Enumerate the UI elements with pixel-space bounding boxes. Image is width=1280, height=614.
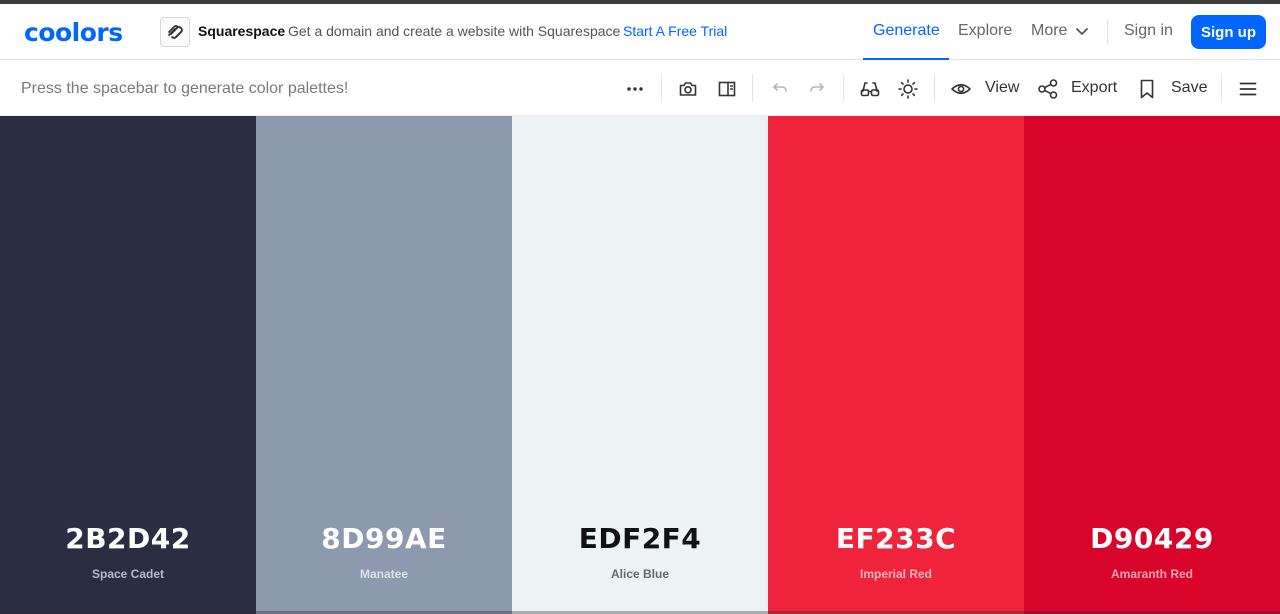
color-swatch[interactable]: 2B2D42 Space Cadet (0, 116, 256, 614)
export-button[interactable]: Export (1071, 79, 1117, 97)
swatch-color-name: Alice Blue (610, 567, 670, 581)
color-swatch[interactable]: D90429 Amaranth Red (1024, 116, 1280, 614)
view-button[interactable]: View (985, 79, 1019, 97)
eye-icon[interactable] (949, 77, 973, 101)
toolbar-divider (843, 74, 844, 102)
ad-brand-name: Squarespace (198, 23, 286, 39)
color-swatch[interactable]: 8D99AE Manatee (256, 116, 512, 614)
share-icon[interactable] (1036, 77, 1060, 101)
color-swatch[interactable]: EF233C Imperial Red (768, 116, 1024, 614)
menu-icon[interactable] (1236, 77, 1260, 101)
sidebar-panel-icon[interactable] (715, 77, 739, 101)
undo-icon[interactable] (767, 77, 791, 101)
swatch-hex-code[interactable]: 8D99AE (256, 522, 512, 555)
nav-explore[interactable]: Explore (958, 22, 1012, 40)
spacebar-hint: Press the spacebar to generate color pal… (21, 80, 349, 97)
swatch-color-name: Manatee (359, 567, 409, 581)
nav-more-dropdown[interactable]: More (1031, 22, 1089, 40)
glasses-icon[interactable] (858, 77, 882, 101)
redo-icon[interactable] (806, 77, 830, 101)
toolbar-divider (661, 74, 662, 102)
toolbar-divider (752, 74, 753, 102)
bookmark-icon[interactable] (1135, 77, 1159, 101)
color-palette: 2B2D42 Space Cadet 8D99AE Manatee EDF2F4… (0, 116, 1280, 614)
swatch-hex-code[interactable]: D90429 (1024, 522, 1280, 555)
nav-generate[interactable]: Generate (873, 22, 940, 40)
swatch-color-name: Space Cadet (91, 567, 165, 581)
swatch-hex-code[interactable]: 2B2D42 (0, 522, 256, 555)
sun-icon[interactable] (896, 77, 920, 101)
swatch-color-name: Amaranth Red (1110, 567, 1193, 581)
toolbar-divider (934, 74, 935, 102)
ad-cta-link[interactable]: Start A Free Trial (623, 23, 727, 39)
squarespace-logo-icon[interactable] (160, 17, 190, 47)
toolbar-divider (1221, 74, 1222, 102)
swatch-hex-code[interactable]: EF233C (768, 522, 1024, 555)
nav-active-indicator (863, 58, 949, 60)
generator-toolbar: Press the spacebar to generate color pal… (0, 61, 1280, 116)
nav-divider (1107, 20, 1108, 44)
coolors-logo[interactable]: coolors (24, 17, 123, 47)
swatch-hex-code[interactable]: EDF2F4 (512, 522, 768, 555)
swatch-color-name: Imperial Red (859, 567, 933, 581)
top-navbar: coolors Squarespace Get a domain and cre… (0, 4, 1280, 60)
save-button[interactable]: Save (1171, 79, 1207, 97)
sign-up-button[interactable]: Sign up (1191, 15, 1266, 49)
chevron-down-icon (1076, 28, 1089, 35)
more-options-icon[interactable] (623, 77, 647, 101)
camera-icon[interactable] (676, 77, 700, 101)
sign-in-link[interactable]: Sign in (1124, 22, 1173, 40)
color-swatch[interactable]: EDF2F4 Alice Blue (512, 116, 768, 614)
ad-text: Get a domain and create a website with S… (288, 23, 621, 39)
nav-more-label: More (1031, 22, 1068, 39)
